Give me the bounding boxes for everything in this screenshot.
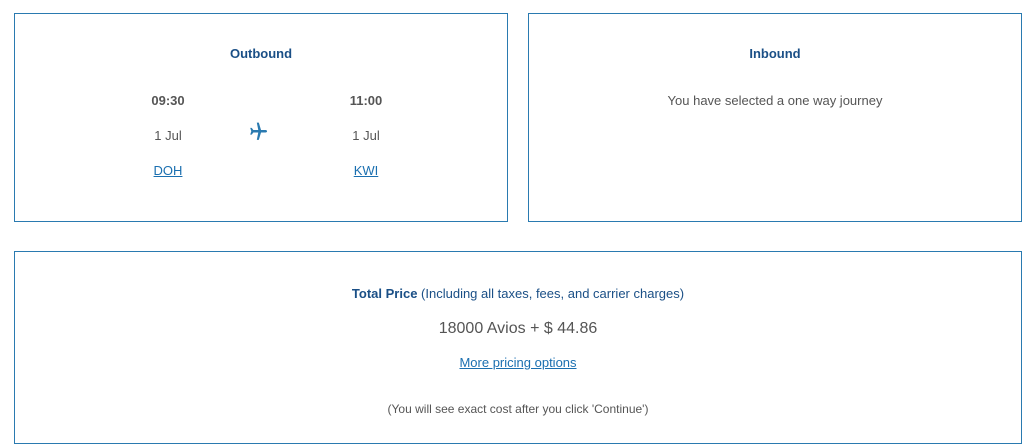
departure-airport-link[interactable]: DOH xyxy=(154,163,183,178)
departure-date: 1 Jul xyxy=(154,128,182,143)
one-way-message: You have selected a one way journey xyxy=(667,93,883,108)
total-price-heading: Total Price (Including all taxes, fees, … xyxy=(15,286,1021,301)
arrival-time: 11:00 xyxy=(349,93,383,108)
inbound-panel: Inbound You have selected a one way jour… xyxy=(528,13,1022,222)
total-price-amount: 18000 Avios + $ 44.86 xyxy=(438,320,598,337)
arrival-airport-link[interactable]: KWI xyxy=(354,163,379,178)
outbound-panel: Outbound 09:30 1 Jul DOH 11:00 1 Jul KWI xyxy=(14,13,508,222)
total-price-label: Total Price xyxy=(351,286,418,301)
total-price-note: (Including all taxes, fees, and carrier … xyxy=(417,286,685,301)
inbound-title: Inbound xyxy=(749,46,801,61)
more-pricing-options-link[interactable]: More pricing options xyxy=(459,355,576,370)
price-footnote: (You will see exact cost after you click… xyxy=(387,402,649,416)
airplane-icon xyxy=(250,122,268,140)
arrival-date: 1 Jul xyxy=(352,128,380,143)
departure-time: 09:30 xyxy=(151,93,185,108)
price-panel: Total Price (Including all taxes, fees, … xyxy=(14,251,1022,444)
outbound-title: Outbound xyxy=(229,46,293,61)
